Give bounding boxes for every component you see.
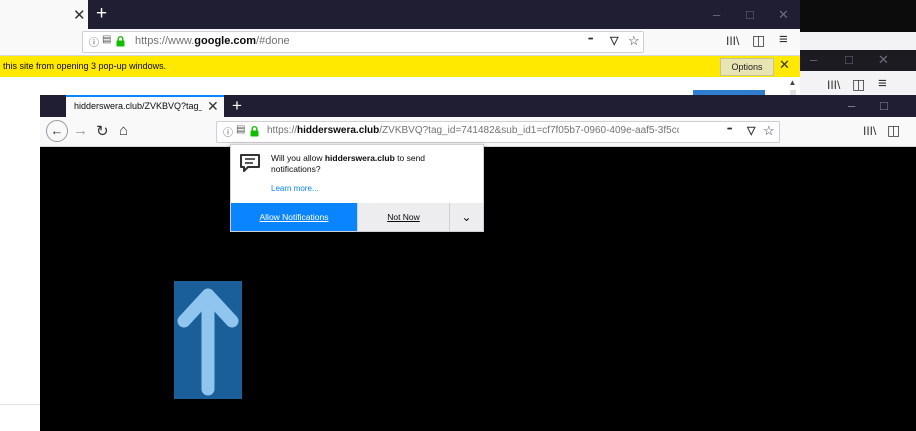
middle-info-icon[interactable]: ⓘ xyxy=(89,34,99,49)
chat-bubble-icon xyxy=(240,154,260,172)
middle-pocket-icon[interactable]: ▽ xyxy=(610,34,618,47)
middle-url-bar[interactable]: ⓘ ▤ https://www.google.com/#done ••• ▽ ☆ xyxy=(82,31,644,53)
popup-more-options-chevron-icon[interactable]: ⌄ xyxy=(449,203,483,231)
middle-window-titlebar: ✕ + – □ ✕ xyxy=(0,0,800,29)
popup-blocked-notification-bar: this site from opening 3 pop-up windows. xyxy=(0,56,800,77)
front-maximize-icon[interactable]: □ xyxy=(880,98,888,113)
front-url-text: https://hidderswera.club/ZVKBVQ?tag_id=7… xyxy=(267,125,718,136)
front-bookmark-star-icon[interactable]: ☆ xyxy=(763,123,775,139)
front-lock-icon xyxy=(250,126,259,137)
middle-minimize-icon[interactable]: – xyxy=(713,7,720,22)
middle-tab-close-icon[interactable]: ✕ xyxy=(73,6,86,24)
popup-message-before: Will you allow xyxy=(271,153,325,163)
back-library-icon[interactable]: III\ xyxy=(827,78,840,92)
front-sidebar-icon[interactable]: ◫ xyxy=(887,122,900,139)
background-browser-window: – □ ✕ – □ ✕ III\ ◫ ≡ xyxy=(710,0,916,101)
home-button-icon[interactable]: ⌂ xyxy=(119,122,128,139)
middle-menu-icon[interactable]: ≡ xyxy=(779,31,788,48)
learn-more-link[interactable]: Learn more... xyxy=(271,184,319,193)
up-arrow-icon xyxy=(177,288,239,396)
front-tab-close-icon[interactable]: ✕ xyxy=(207,98,219,115)
front-tab-title: hidderswera.club/ZVKBVQ?tag_id= xyxy=(74,101,202,111)
notification-close-icon[interactable]: ✕ xyxy=(779,57,790,73)
middle-permissions-icon[interactable]: ▤ xyxy=(102,34,111,45)
front-info-icon[interactable]: ⓘ xyxy=(223,124,233,139)
back-window-tabbar: – □ ✕ xyxy=(800,50,916,71)
front-page-actions-icon[interactable]: ••• xyxy=(727,126,732,133)
up-arrow-graphic xyxy=(174,281,242,399)
reload-button-icon[interactable]: ↻ xyxy=(96,122,109,140)
popup-blocked-message: this site from opening 3 pop-up windows. xyxy=(3,61,167,71)
front-window-titlebar: hidderswera.club/ZVKBVQ?tag_id= ✕ + – □ xyxy=(40,95,916,117)
middle-bookmark-star-icon[interactable]: ☆ xyxy=(628,33,640,49)
allow-notifications-button[interactable]: Allow Notifications xyxy=(231,203,357,231)
front-url-domain: hidderswera.club xyxy=(297,125,380,136)
back-tab-minimize-icon[interactable]: – xyxy=(810,52,817,67)
back-window-url-strip xyxy=(800,32,916,50)
front-url-prefix: https:// xyxy=(267,125,298,136)
front-pocket-icon[interactable]: ▽ xyxy=(747,124,755,137)
middle-close-icon[interactable]: ✕ xyxy=(778,7,789,23)
popup-message: Will you allow hidderswera.club to send … xyxy=(271,153,461,175)
back-menu-icon[interactable]: ≡ xyxy=(878,75,887,92)
front-new-tab-icon[interactable]: + xyxy=(232,96,242,116)
front-minimize-icon[interactable]: – xyxy=(848,98,855,113)
forward-button-icon[interactable]: → xyxy=(73,122,88,139)
back-button-icon[interactable]: ← xyxy=(46,120,68,142)
back-sidebar-icon[interactable]: ◫ xyxy=(852,76,865,93)
front-library-icon[interactable]: III\ xyxy=(863,124,876,138)
back-window-titlebar: – □ ✕ xyxy=(710,0,916,32)
front-url-bar[interactable]: ⓘ ▤ https://hidderswera.club/ZVKBVQ?tag_… xyxy=(216,121,780,143)
back-tab-close-icon[interactable]: ✕ xyxy=(878,52,889,68)
middle-url-prefix: https://www. xyxy=(135,35,195,47)
middle-page-actions-icon[interactable]: ••• xyxy=(588,36,593,43)
middle-url-text: https://www.google.com/#done xyxy=(135,35,290,47)
popup-options-button[interactable]: Options xyxy=(720,58,774,76)
middle-url-suffix: /#done xyxy=(256,35,290,47)
middle-active-tab[interactable]: ✕ xyxy=(0,0,88,29)
back-tab-maximize-icon[interactable]: □ xyxy=(845,52,853,67)
middle-url-domain: google.com xyxy=(194,35,257,47)
front-url-suffix: /ZVKBVQ?tag_id=741482&sub_id1=cf7f05b7-0… xyxy=(379,125,718,136)
notification-permission-popup: Will you allow hidderswera.club to send … xyxy=(230,144,484,232)
popup-site-name: hidderswera.club xyxy=(324,153,395,163)
not-now-button[interactable]: Not Now xyxy=(357,203,449,231)
front-active-tab[interactable]: hidderswera.club/ZVKBVQ?tag_id= ✕ xyxy=(66,95,224,117)
front-notification-permission-icon[interactable]: ▤ xyxy=(236,124,245,135)
scroll-up-arrow-icon[interactable]: ▲ xyxy=(787,78,798,90)
middle-new-tab-icon[interactable]: + xyxy=(96,3,107,25)
middle-maximize-icon[interactable]: □ xyxy=(746,7,754,22)
middle-library-icon[interactable]: III\ xyxy=(726,34,739,48)
middle-lock-icon xyxy=(116,36,125,47)
middle-page-divider xyxy=(0,404,40,405)
middle-sidebar-icon[interactable]: ◫ xyxy=(752,32,765,49)
